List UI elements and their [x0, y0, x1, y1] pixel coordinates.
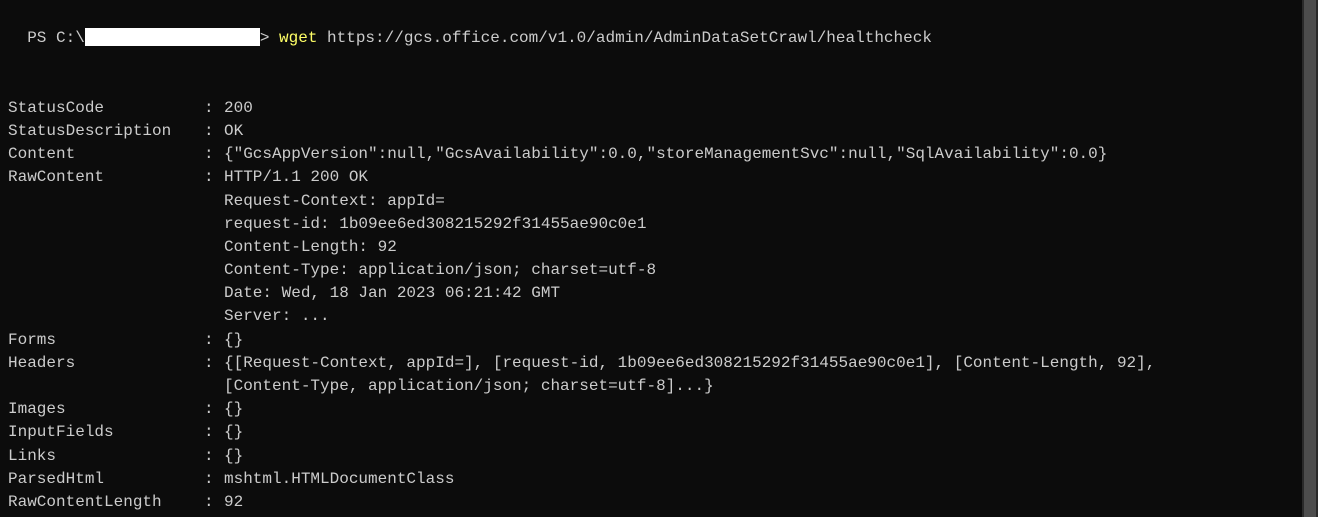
output-key: StatusCode [8, 97, 204, 120]
output-row-parsedhtml: ParsedHtml:mshtml.HTMLDocumentClass [8, 468, 1310, 491]
output-val: {[Request-Context, appId=], [request-id,… [224, 352, 1310, 375]
output-row-content: Content:{"GcsAppVersion":null,"GcsAvaila… [8, 143, 1310, 166]
output-sep: : [204, 398, 224, 421]
output-key: Headers [8, 352, 204, 375]
output-key: ParsedHtml [8, 468, 204, 491]
rawcontent-line: Request-Context: appId= [8, 190, 1310, 213]
rawcontent-line: Content-Length: 92 [8, 236, 1310, 259]
rawcontent-text: request-id: 1b09ee6ed308215292f31455ae90… [224, 213, 646, 236]
rawcontent-text: Request-Context: appId= [224, 190, 445, 213]
output-row-statuscode: StatusCode:200 [8, 97, 1310, 120]
output-row-rawcontentlength: RawContentLength:92 [8, 491, 1310, 514]
prompt-line[interactable]: PS C:\ > wget https://gcs.office.com/v1.0… [8, 4, 1310, 50]
output-key: RawContent [8, 166, 204, 189]
output-sep: : [204, 352, 224, 375]
rawcontent-text: Server: ... [224, 305, 330, 328]
rawcontent-text: Date: Wed, 18 Jan 2023 06:21:42 GMT [224, 282, 560, 305]
output-sep: : [204, 421, 224, 444]
vertical-scrollbar[interactable] [1302, 0, 1318, 517]
blank-line [8, 50, 1310, 96]
output-val: {} [224, 421, 1310, 444]
output-row-headers: Headers:{[Request-Context, appId=], [req… [8, 352, 1310, 375]
output-key: Images [8, 398, 204, 421]
output-row-images: Images:{} [8, 398, 1310, 421]
output-sep: : [204, 97, 224, 120]
output-row-rawcontent: RawContent:HTTP/1.1 200 OK [8, 166, 1310, 189]
output-row-statusdescription: StatusDescription:OK [8, 120, 1310, 143]
output-key: Links [8, 445, 204, 468]
output-key: StatusDescription [8, 120, 204, 143]
output-val: HTTP/1.1 200 OK [224, 166, 1310, 189]
headers-continuation: [Content-Type, application/json; charset… [8, 375, 1310, 398]
output-sep: : [204, 329, 224, 352]
output-val: {} [224, 398, 1310, 421]
prompt-prefix: PS C:\ [27, 29, 85, 47]
output-row-inputfields: InputFields:{} [8, 421, 1310, 444]
output-sep: : [204, 166, 224, 189]
output-sep: : [204, 491, 224, 514]
scrollbar-thumb[interactable] [1304, 0, 1316, 517]
output-key: Forms [8, 329, 204, 352]
output-sep: : [204, 468, 224, 491]
output-val: {} [224, 445, 1310, 468]
output-val: mshtml.HTMLDocumentClass [224, 468, 1310, 491]
rawcontent-line: Server: ... [8, 305, 1310, 328]
output-val: {} [224, 329, 1310, 352]
output-sep: : [204, 445, 224, 468]
output-row-links: Links:{} [8, 445, 1310, 468]
output-val: OK [224, 120, 1310, 143]
output-val: 200 [224, 97, 1310, 120]
output-val: {"GcsAppVersion":null,"GcsAvailability":… [224, 143, 1310, 166]
output-key: InputFields [8, 421, 204, 444]
headers-cont-text: [Content-Type, application/json; charset… [224, 375, 714, 398]
rawcontent-text: Content-Length: 92 [224, 236, 397, 259]
rawcontent-text: Content-Type: application/json; charset=… [224, 259, 656, 282]
output-sep: : [204, 143, 224, 166]
rawcontent-line: Date: Wed, 18 Jan 2023 06:21:42 GMT [8, 282, 1310, 305]
prompt-suffix: > [260, 29, 279, 47]
rawcontent-line: request-id: 1b09ee6ed308215292f31455ae90… [8, 213, 1310, 236]
command-keyword: wget [279, 29, 317, 47]
output-key: Content [8, 143, 204, 166]
output-sep: : [204, 120, 224, 143]
command-argument: https://gcs.office.com/v1.0/admin/AdminD… [317, 29, 932, 47]
output-row-forms: Forms:{} [8, 329, 1310, 352]
output-key: RawContentLength [8, 491, 204, 514]
output-val: 92 [224, 491, 1310, 514]
rawcontent-line: Content-Type: application/json; charset=… [8, 259, 1310, 282]
redacted-path [85, 28, 260, 46]
